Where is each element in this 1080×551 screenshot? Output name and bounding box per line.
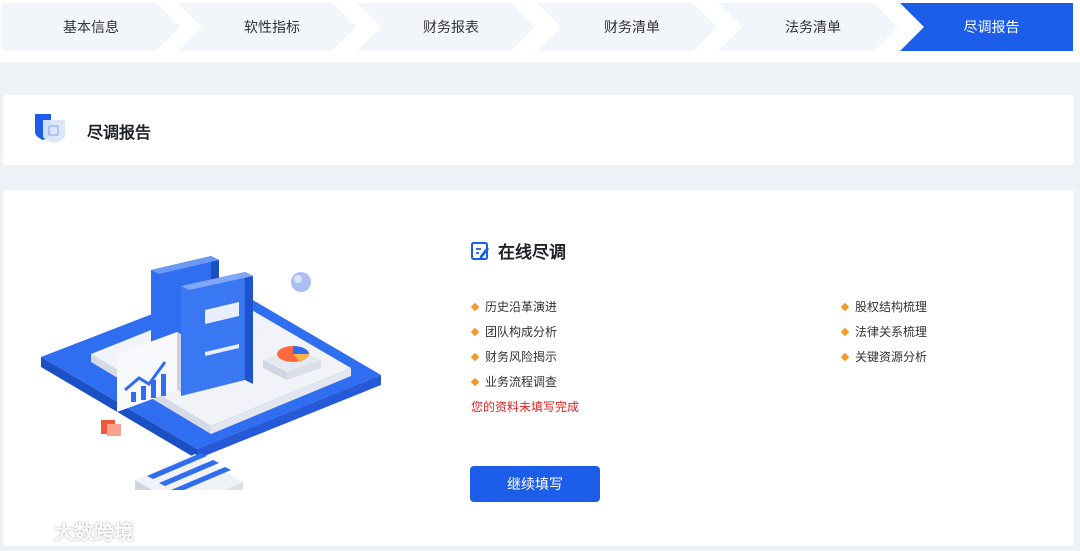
section-header: 在线尽调 <box>470 238 566 263</box>
step-label: 法务清单 <box>785 20 841 36</box>
list-item-label: 历史沿革演进 <box>485 300 558 314</box>
watermark: 大数跨境 <box>8 516 134 545</box>
watermark-text: 大数跨境 <box>54 520 134 544</box>
step-label: 软性指标 <box>244 20 300 36</box>
step-financial-list[interactable]: 财务清单 <box>537 3 717 51</box>
step-label: 财务报表 <box>423 20 479 36</box>
list-item-label: 业务流程调查 <box>485 375 558 389</box>
list-item: 业务流程调查 <box>470 369 558 394</box>
diamond-bullet-icon <box>470 352 480 361</box>
list-item: 财务风险揭示 <box>470 344 558 369</box>
step-soft-indicators[interactable]: 软性指标 <box>178 3 356 51</box>
diamond-bullet-icon <box>470 327 480 336</box>
page-title: 尽调报告 <box>87 123 152 142</box>
list-item-label: 法律关系梳理 <box>855 325 928 339</box>
list-item-label: 财务风险揭示 <box>485 350 558 364</box>
list-item: 关键资源分析 <box>840 344 928 369</box>
step-label: 基本信息 <box>63 20 119 36</box>
step-legal-list[interactable]: 法务清单 <box>718 3 898 51</box>
diamond-bullet-icon <box>840 327 850 336</box>
watermark-logo-icon <box>10 517 46 542</box>
edit-document-icon <box>471 241 489 260</box>
list-item: 法律关系梳理 <box>840 319 928 344</box>
report-illustration <box>41 256 381 490</box>
list-item-label: 团队构成分析 <box>485 325 558 339</box>
list-item: 历史沿革演进 <box>470 294 558 319</box>
step-basic-info[interactable]: 基本信息 <box>2 3 180 51</box>
list-item-label: 股权结构梳理 <box>855 300 928 314</box>
checklist-left: 历史沿革演进 团队构成分析 财务风险揭示 业务流程调查 <box>470 294 558 394</box>
continue-filling-button[interactable]: 继续填写 <box>470 466 600 502</box>
checklist-right: 股权结构梳理 法律关系梳理 关键资源分析 <box>840 294 928 369</box>
step-label: 尽调报告 <box>963 20 1020 36</box>
online-due-diligence-card: 在线尽调 历史沿革演进 团队构成分析 财务风险揭示 业务流程调查 股权结构梳理 … <box>3 190 1074 546</box>
step-financial-statements[interactable]: 财务报表 <box>357 3 535 51</box>
list-item: 股权结构梳理 <box>840 294 928 319</box>
diamond-bullet-icon <box>470 302 480 311</box>
list-item-label: 关键资源分析 <box>855 350 928 364</box>
step-due-diligence-report[interactable]: 尽调报告 <box>900 3 1073 51</box>
incomplete-warning: 您的资料未填写完成 <box>471 400 580 414</box>
section-title: 在线尽调 <box>498 243 566 263</box>
diamond-bullet-icon <box>470 377 480 386</box>
report-header-card: 尽调报告 <box>3 95 1074 165</box>
step-label: 财务清单 <box>604 20 660 36</box>
list-item: 团队构成分析 <box>470 319 558 344</box>
step-bar: 基本信息 软性指标 财务报表 财务清单 法务清单 尽调报告 <box>0 0 1080 62</box>
diamond-bullet-icon <box>840 302 850 311</box>
shield-report-icon <box>35 114 65 143</box>
diamond-bullet-icon <box>840 352 850 361</box>
